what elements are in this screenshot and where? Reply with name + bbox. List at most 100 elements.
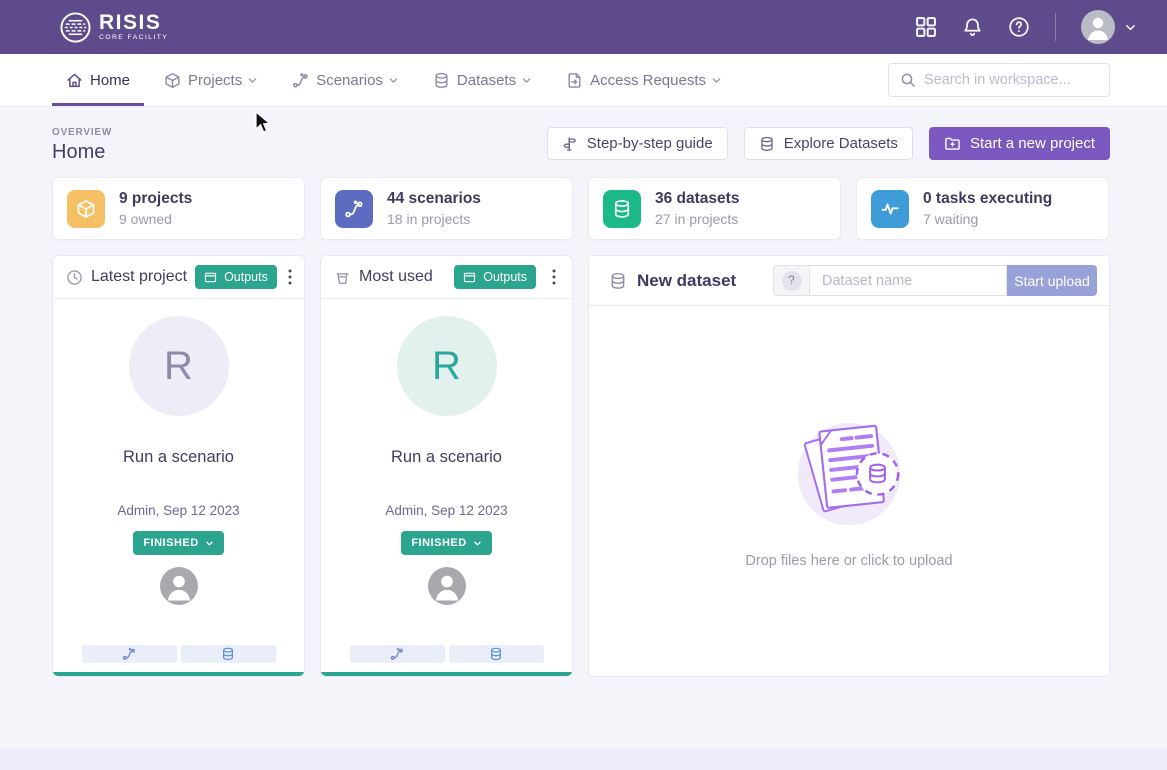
button-label: Outputs [224,270,268,284]
folder-plus-icon [944,135,961,152]
nav-item-projects[interactable]: Projects [158,54,264,106]
dataset-help-button[interactable]: ? [773,265,809,296]
dataset-upload-group: ? Start upload [773,265,1097,296]
file-request-icon [566,72,583,89]
chevron-down-icon [388,75,399,86]
most-used-card: Most used Outputs [320,255,573,677]
project-initial: R [432,344,461,389]
globe-logo-icon [60,12,91,43]
database-icon [759,136,775,152]
member-avatar[interactable] [428,567,466,605]
chevron-down-icon [711,75,722,86]
project-initial-avatar[interactable]: R [397,316,497,416]
scenario-icon [292,72,309,89]
dataset-name-input[interactable] [809,265,1007,296]
risis-logo[interactable]: RISIS CORE FACILITY [60,12,168,43]
latest-project-card: Latest project Outputs [52,255,305,677]
nav-item-datasets[interactable]: Datasets [427,54,538,106]
topbar-divider [1055,13,1056,41]
upload-documents-illustration [790,413,908,531]
start-new-project-button[interactable]: Start a new project [929,127,1110,160]
project-meta: Admin, Sep 12 2023 [321,503,572,518]
nav-item-scenarios[interactable]: Scenarios [286,54,405,106]
window-icon [463,271,476,284]
help-icon[interactable] [1008,16,1030,38]
workspace-search[interactable] [888,63,1110,97]
database-icon [603,190,641,228]
stat-subtitle: 27 in projects [655,211,739,227]
cube-icon [164,72,181,89]
clock-icon [66,269,83,286]
stat-subtitle: 9 owned [119,211,192,227]
start-upload-button[interactable]: Start upload [1007,265,1097,296]
stat-value: 0 tasks executing [923,190,1052,208]
file-drop-zone[interactable]: Drop files here or click to upload [589,305,1109,676]
drop-files-text: Drop files here or click to upload [745,553,952,569]
project-name-link[interactable]: Run a scenario [321,448,572,467]
nav-item-home[interactable]: Home [60,54,136,106]
bucket-icon [334,269,351,286]
chevron-down-icon [521,75,532,86]
stat-value: 44 scenarios [387,190,481,208]
stat-subtitle: 7 waiting [923,211,1052,227]
apps-grid-icon[interactable] [915,16,937,38]
cube-icon [67,190,105,228]
stat-card-scenarios[interactable]: 44 scenarios 18 in projects [320,177,573,240]
chevron-down-icon [247,75,258,86]
nav-item-access-requests[interactable]: Access Requests [560,54,728,106]
project-initial: R [164,344,193,389]
card-title: Latest project [91,268,187,286]
stat-subtitle: 18 in projects [387,211,481,227]
scenarios-count-pill[interactable] [350,645,445,663]
main-navigation: Home Projects Scenarios [0,54,1167,107]
user-avatar[interactable] [1081,10,1115,44]
nav-label: Scenarios [316,72,383,89]
scenarios-count-pill[interactable] [82,645,177,663]
status-dropdown[interactable]: FINISHED [133,531,223,555]
chevron-down-icon [1124,21,1137,34]
status-dropdown[interactable]: FINISHED [401,531,491,555]
page-title: Home [52,141,112,164]
status-label: FINISHED [411,537,466,549]
search-input[interactable] [924,72,1111,88]
logo-title: RISIS [99,12,168,33]
nav-label: Datasets [457,72,516,89]
footer-strip [0,748,1167,770]
stat-card-tasks[interactable]: 0 tasks executing 7 waiting [856,177,1109,240]
kebab-menu-icon[interactable] [285,264,296,290]
database-icon [609,272,627,290]
stat-value: 36 datasets [655,190,739,208]
breadcrumb-kicker: OVERVIEW [52,127,112,138]
stats-row: 9 projects 9 owned 44 scenarios 18 in pr… [52,177,1110,240]
button-label: Start a new project [970,135,1095,152]
pulse-icon [871,190,909,228]
datasets-count-pill[interactable] [449,645,544,663]
panel-title: New dataset [637,271,736,291]
question-mark-icon: ? [782,271,802,291]
project-initial-avatar[interactable]: R [129,316,229,416]
stat-card-projects[interactable]: 9 projects 9 owned [52,177,305,240]
logo-subtitle: CORE FACILITY [99,35,168,42]
kebab-menu-icon[interactable] [544,264,564,290]
home-icon [66,72,83,89]
status-label: FINISHED [143,537,198,549]
button-label: Step-by-step guide [587,135,713,152]
search-icon [900,72,916,88]
bell-icon[interactable] [962,17,983,38]
project-meta: Admin, Sep 12 2023 [53,503,304,518]
explore-datasets-button[interactable]: Explore Datasets [744,127,913,160]
step-by-step-guide-button[interactable]: Step-by-step guide [547,127,728,160]
stat-card-datasets[interactable]: 36 datasets 27 in projects [588,177,841,240]
outputs-button[interactable]: Outputs [454,265,536,289]
user-menu[interactable] [1081,10,1137,44]
outputs-button[interactable]: Outputs [195,265,277,289]
member-avatar[interactable] [160,567,198,605]
page-header: OVERVIEW Home Step-by-step guide [52,127,1110,164]
signpost-icon [562,136,578,152]
nav-label: Home [90,72,130,89]
chevron-down-icon [205,539,214,548]
datasets-count-pill[interactable] [181,645,276,663]
project-name-link[interactable]: Run a scenario [53,448,304,467]
top-app-bar: RISIS CORE FACILITY [0,0,1167,54]
chevron-down-icon [473,539,482,548]
